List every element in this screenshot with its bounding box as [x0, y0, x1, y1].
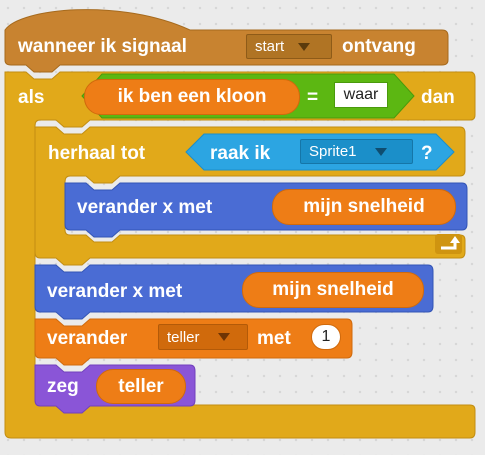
if-keyword-label: als: [18, 87, 45, 108]
chevron-down-icon: [217, 333, 230, 341]
equals-value-text: waar: [343, 86, 379, 103]
touching-question-label: ?: [421, 143, 433, 164]
touching-target-dropdown[interactable]: Sprite1: [300, 139, 413, 164]
equals-sign-label: =: [307, 87, 319, 108]
loop-arrow-icon: [435, 234, 462, 254]
clone-reporter[interactable]: ik ben een kloon: [84, 79, 300, 115]
clone-reporter-label: ik ben een kloon: [117, 86, 267, 107]
counter-reporter-label: teller: [118, 375, 164, 397]
variable-dropdown[interactable]: teller: [158, 324, 248, 350]
chevron-down-icon: [298, 42, 311, 51]
hat-suffix-label: ontvang: [342, 36, 416, 57]
variable-dropdown-value: teller: [167, 328, 200, 346]
inner-change-prefix-label: verander x met: [77, 197, 213, 218]
speed-reporter-label: mijn snelheid: [272, 279, 394, 300]
change-x-prefix-label: verander x met: [47, 281, 183, 302]
equals-value-input[interactable]: waar: [334, 82, 388, 108]
touching-prefix-label: raak ik: [210, 143, 271, 164]
repeat-until-label: herhaal tot: [48, 143, 146, 164]
change-amount-value: 1: [321, 328, 331, 345]
change-var-prefix-label: verander: [47, 328, 128, 349]
inner-speed-reporter[interactable]: mijn snelheid: [272, 189, 456, 225]
speed-reporter[interactable]: mijn snelheid: [242, 272, 424, 308]
broadcast-message-value: start: [255, 38, 285, 55]
chevron-down-icon: [374, 147, 387, 156]
broadcast-message-dropdown[interactable]: start: [246, 34, 332, 59]
if-then-label: dan: [421, 87, 455, 108]
counter-reporter[interactable]: teller: [96, 369, 186, 404]
touching-target-value: Sprite1: [309, 143, 357, 160]
hat-prefix-label: wanneer ik signaal: [18, 36, 187, 57]
inner-speed-label: mijn snelheid: [303, 196, 425, 217]
change-var-middle-label: met: [257, 328, 291, 349]
change-amount-input[interactable]: 1: [311, 324, 341, 350]
say-prefix-label: zeg: [47, 376, 79, 397]
